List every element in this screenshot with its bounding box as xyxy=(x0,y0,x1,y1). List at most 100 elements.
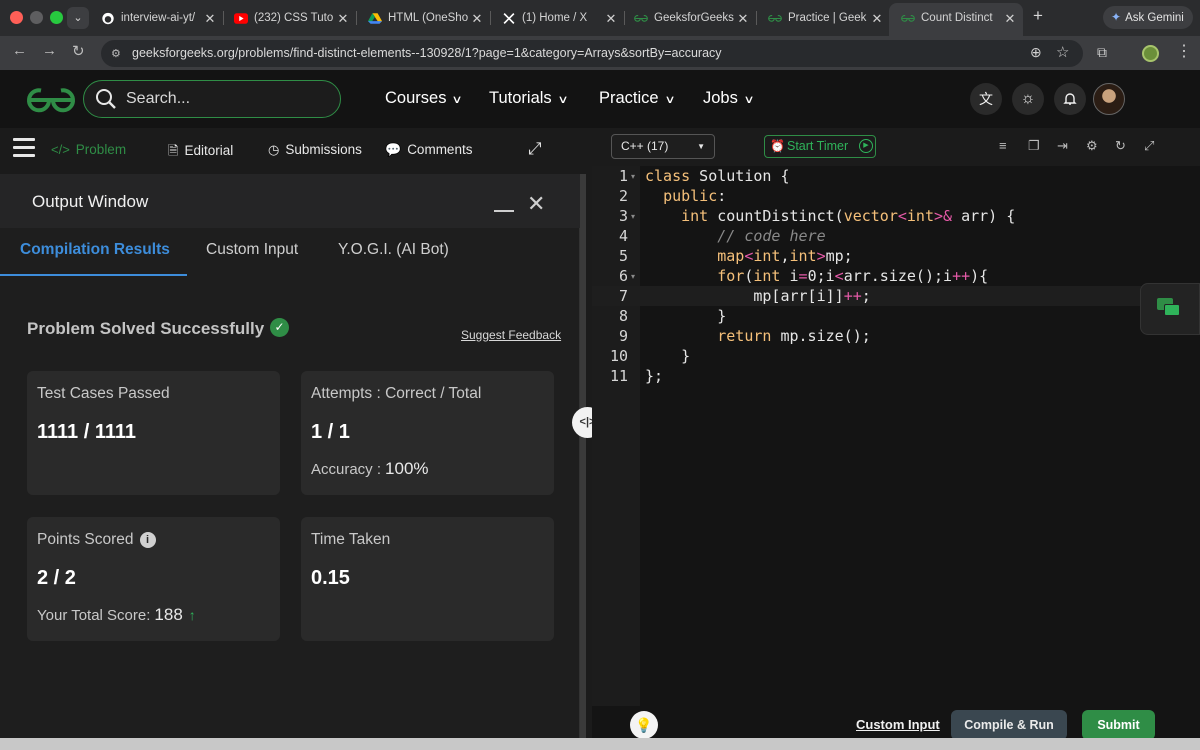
close-tab-icon[interactable]: ✕ xyxy=(203,5,217,32)
tab-label: Editorial xyxy=(184,143,234,158)
start-timer-button[interactable]: ⏰ Start Timer ▶ xyxy=(764,135,876,158)
caret-down-icon: ▼ xyxy=(697,142,705,151)
x-icon xyxy=(503,13,515,24)
fold-caret-icon[interactable]: ▾ xyxy=(631,212,635,221)
code-line: public: xyxy=(663,187,727,205)
problem-tab-bar: </> Problem 🗎 Editorial ◷ Submissions 💬 Comm… xyxy=(0,128,586,174)
minimize-window-button[interactable] xyxy=(30,11,43,24)
chat-bubble-icon xyxy=(1164,304,1180,316)
code-line: } xyxy=(645,347,691,365)
tab-problem[interactable]: </> Problem xyxy=(51,142,126,157)
browser-tab-2[interactable]: (232) CSS Tuto ✕ xyxy=(234,5,350,32)
document-icon: 🗎 xyxy=(168,143,179,158)
user-avatar[interactable] xyxy=(1093,83,1125,115)
line-number: 11 xyxy=(609,367,628,385)
line-number: 10 xyxy=(609,347,628,365)
gfg-icon xyxy=(901,15,915,22)
tab-yogi-ai-bot[interactable]: Y.O.G.I. (AI Bot) xyxy=(338,241,449,259)
format-lines-icon[interactable]: ≡ xyxy=(999,138,1007,153)
active-tab-indicator xyxy=(0,274,187,276)
tab-custom-input[interactable]: Custom Input xyxy=(206,241,298,259)
tab-compilation-results[interactable]: Compilation Results xyxy=(20,241,170,259)
browser-tab-6[interactable]: Practice | Geek ✕ xyxy=(768,5,884,32)
hint-bulb-icon[interactable]: 💡 xyxy=(630,711,658,739)
translate-icon[interactable]: 文 xyxy=(970,83,1002,115)
tab-editorial[interactable]: 🗎 Editorial xyxy=(168,142,233,164)
compile-run-button[interactable]: Compile & Run xyxy=(951,710,1067,740)
browser-tab-7-active[interactable]: Count Distinct ✕ xyxy=(901,5,1017,32)
forward-arrow-icon[interactable]: → xyxy=(42,42,57,59)
gfg-logo[interactable] xyxy=(24,86,78,114)
close-tab-icon[interactable]: ✕ xyxy=(470,5,484,32)
time-taken-value: 0.15 xyxy=(311,567,350,589)
search-placeholder: Search... xyxy=(126,90,191,107)
code-icon: </> xyxy=(51,142,70,157)
code-line: mp[arr[i]]++; xyxy=(645,287,871,305)
fold-caret-icon[interactable]: ▾ xyxy=(631,272,635,281)
line-number: 6 xyxy=(618,267,628,285)
nav-practice[interactable]: Practice ∨ xyxy=(599,89,676,108)
new-tab-button[interactable]: + xyxy=(1033,6,1043,26)
time-taken-card: Time Taken 0.15 xyxy=(301,517,554,641)
panel-scrollbar[interactable] xyxy=(580,174,586,750)
card-title: Test Cases Passed xyxy=(37,385,170,402)
custom-input-link[interactable]: Custom Input xyxy=(856,717,940,732)
tab-search-chevron-icon[interactable]: ⌄ xyxy=(67,7,89,29)
line-number: 1 xyxy=(618,167,628,185)
tab-title: interview-ai-yt/ xyxy=(121,12,196,24)
tab-submissions[interactable]: ◷ Submissions xyxy=(268,142,362,158)
ask-gemini-button[interactable]: ✦ Ask Gemini xyxy=(1103,6,1193,29)
close-tab-icon[interactable]: ✕ xyxy=(604,5,618,32)
import-icon[interactable]: ⇥ xyxy=(1057,138,1068,154)
search-input[interactable]: Search... xyxy=(83,80,341,118)
settings-gear-icon[interactable]: ⚙ xyxy=(1086,138,1098,154)
browser-menu-icon[interactable]: ⋮ xyxy=(1176,41,1192,61)
line-number: 7 xyxy=(618,287,628,305)
close-tab-icon[interactable]: ✕ xyxy=(336,5,350,32)
fold-caret-icon[interactable]: ▾ xyxy=(631,172,635,181)
nav-courses[interactable]: Courses ∨ xyxy=(385,89,463,108)
copy-icon[interactable]: ❐ xyxy=(1028,138,1040,154)
fullscreen-window-button[interactable] xyxy=(50,11,63,24)
chevron-down-icon: ∨ xyxy=(663,94,676,106)
site-settings-icon[interactable]: ⚙ xyxy=(111,47,124,60)
close-tab-icon[interactable]: ✕ xyxy=(870,5,884,32)
nav-label: Tutorials xyxy=(489,89,552,107)
browser-tab-4[interactable]: (1) Home / X ✕ xyxy=(502,5,618,32)
profile-avatar[interactable] xyxy=(1142,45,1159,62)
browser-tab-1[interactable]: interview-ai-yt/ ✕ xyxy=(101,5,217,32)
line-number: 9 xyxy=(618,327,628,345)
discussion-chat-button[interactable] xyxy=(1140,283,1200,335)
tab-comments[interactable]: 💬 Comments xyxy=(385,142,472,158)
reload-icon[interactable]: ↻ xyxy=(72,42,85,60)
extensions-icon[interactable]: ⧉ xyxy=(1097,44,1107,61)
fullscreen-icon[interactable]: ⤢ xyxy=(1144,138,1154,154)
address-bar-row: ← → ↻ ⚙ geeksforgeeks.org/problems/find-… xyxy=(0,36,1200,70)
close-tab-icon[interactable]: ✕ xyxy=(736,5,750,32)
bookmark-star-icon[interactable]: ☆ xyxy=(1056,43,1069,61)
submit-button[interactable]: Submit xyxy=(1082,710,1155,740)
zoom-icon[interactable]: ⊕ xyxy=(1030,44,1042,61)
info-icon[interactable]: i xyxy=(139,532,156,548)
page-horizontal-scrollbar[interactable] xyxy=(0,738,1200,750)
close-window-button[interactable] xyxy=(10,11,23,24)
theme-sun-icon[interactable]: ☼ xyxy=(1012,83,1044,115)
suggest-feedback-link[interactable]: Suggest Feedback xyxy=(461,328,561,342)
nav-jobs[interactable]: Jobs ∨ xyxy=(703,89,755,108)
close-icon[interactable]: ✕ xyxy=(527,191,545,217)
gfg-icon xyxy=(768,15,782,22)
language-select[interactable]: C++ (17) ▼ xyxy=(611,134,715,159)
minimize-icon[interactable] xyxy=(494,210,514,212)
back-arrow-icon[interactable]: ← xyxy=(12,42,27,59)
browser-tab-5[interactable]: GeeksforGeeks ✕ xyxy=(634,5,750,32)
expand-icon[interactable]: ⤢ xyxy=(528,139,542,159)
address-input[interactable]: ⚙ geeksforgeeks.org/problems/find-distin… xyxy=(101,40,1083,67)
notification-bell-icon[interactable] xyxy=(1054,83,1086,115)
hamburger-menu-icon[interactable] xyxy=(13,138,35,157)
browser-tab-3[interactable]: HTML (OneShot ✕ xyxy=(368,5,484,32)
line-number: 3 xyxy=(618,207,628,225)
close-tab-icon[interactable]: ✕ xyxy=(1003,5,1017,32)
reset-icon[interactable]: ↻ xyxy=(1115,138,1126,154)
code-editor[interactable]: 1 2 3 4 5 6 7 8 9 10 11 ▾ ▾ ▾ class Solu… xyxy=(592,166,1200,706)
nav-tutorials[interactable]: Tutorials ∨ xyxy=(489,89,568,108)
